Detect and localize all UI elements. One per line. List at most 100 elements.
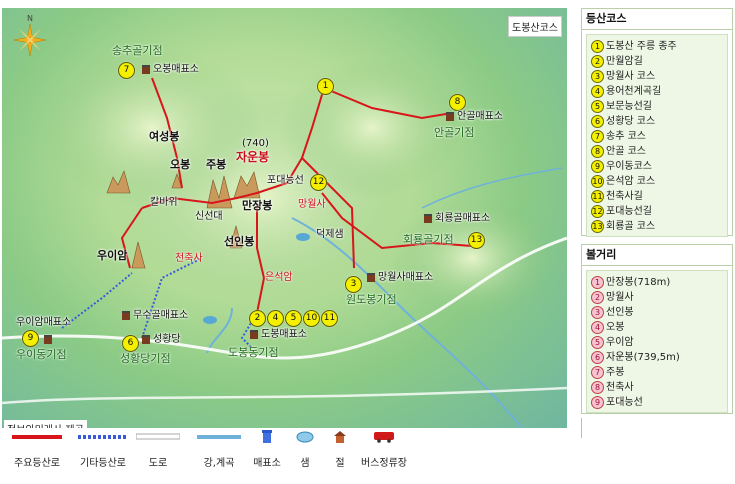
sight-number-badge: 9 [591,395,604,409]
courses-list: 1 도봉산 주릉 종주 2 만월암길 3 망월사 코스 4 용어천계곡길 5 보문능선길 6 성황당 … [586,34,728,237]
legend-stream: 강,계곡 [189,430,249,469]
booth-dobong-label: 도봉매표소 [261,329,307,340]
gate-angol: 안골기점 [434,126,475,139]
course-item-10[interactable]: 10 은석암 코스 [591,174,723,189]
course-item-label: 포대능선길 [606,206,652,217]
legend-label: 도로 [148,458,168,469]
sight-number-badge: 3 [591,305,604,319]
course-marker-4[interactable]: 4 [267,310,284,327]
course-item-9[interactable]: 9 우이동코스 [591,159,723,174]
sight-item-4[interactable]: 4 오봉 [591,320,723,335]
white-road-icon [136,433,180,440]
sight-item-label: 주봉 [606,367,625,378]
course-item-7[interactable]: 7 송추 코스 [591,129,723,144]
course-marker-3[interactable]: 3 [345,276,362,293]
legend-label: 샘 [300,458,310,469]
course-item-label: 성황당 코스 [606,116,656,127]
course-number-badge: 5 [591,99,604,113]
course-item-13[interactable]: 13 회룡골 코스 [591,219,723,234]
peak-yeoseong: 여성봉 [149,130,180,143]
course-marker-12[interactable]: 12 [310,174,327,191]
course-item-12[interactable]: 12 포대능선길 [591,204,723,219]
sight-number-badge: 8 [591,380,604,394]
course-number-badge: 2 [591,54,604,68]
course-number-badge: 6 [591,114,604,128]
peak-jaun-altitude: (740) [242,138,269,149]
course-marker-5[interactable]: 5 [285,310,302,327]
sight-number-badge: 2 [591,290,604,304]
booth-angol: 안골매표소 [446,111,503,123]
course-marker-10[interactable]: 10 [303,310,320,327]
rock-sinseondae: 신선대 [195,211,223,222]
sight-item-2[interactable]: 2 망월사 [591,290,723,305]
booth-hoeryong-label: 회룡골매표소 [435,213,491,224]
course-marker-9[interactable]: 9 [22,330,39,347]
course-marker-6[interactable]: 6 [122,335,139,352]
spring-deokje: 덕제샘 [316,229,344,240]
bus-icon [374,432,394,443]
course-marker-11[interactable]: 11 [321,310,338,327]
course-marker-7[interactable]: 7 [118,62,135,79]
sight-number-badge: 6 [591,350,604,364]
ticket-booth-icon [250,329,258,339]
gate-hoeryong: 회룡골기점 [403,233,454,246]
sight-item-8[interactable]: 8 천축사 [591,380,723,395]
course-item-label: 회룡골 코스 [606,221,656,232]
gate-songchu: 송추골기점 [112,44,163,57]
peak-jaunbong: 자운봉 [236,150,270,164]
course-item-8[interactable]: 8 안골 코스 [591,144,723,159]
course-item-5[interactable]: 5 보문능선길 [591,99,723,114]
course-marker-2[interactable]: 2 [249,310,266,327]
course-item-label: 안골 코스 [606,146,646,157]
sight-item-label: 선인봉 [606,307,634,318]
sight-number-badge: 7 [591,365,604,379]
peak-obong: 오봉 [170,158,191,171]
peak-jubong: 주봉 [206,158,227,171]
sight-item-5[interactable]: 5 우이암 [591,335,723,350]
sight-number-badge: 4 [591,320,604,334]
course-item-label: 만월암길 [606,56,643,67]
booth-seonghwangdang: 성황당 [142,334,181,346]
sight-item-3[interactable]: 3 선인봉 [591,305,723,320]
peak-manjang: 만장봉 [242,199,273,212]
booth-mangwolsa-label: 망월사매표소 [378,272,434,283]
sight-item-6[interactable]: 6 자운봉(739,5m) [591,350,723,365]
sight-number-badge: 1 [591,275,604,289]
course-marker-8[interactable]: 8 [449,94,466,111]
course-item-11[interactable]: 11 천축사길 [591,189,723,204]
red-line-icon [12,435,62,439]
ticket-booth-icon [122,310,130,320]
booth-seonghwangdang-label: 성황당 [153,334,181,345]
legend-temple: 절 [322,430,358,469]
course-number-badge: 9 [591,159,604,173]
course-item-1[interactable]: 1 도봉산 주릉 종주 [591,39,723,54]
ridge-podae: 포대능선 [267,175,304,186]
booth-mangwolsa: 망월사매표소 [367,272,433,284]
course-item-3[interactable]: 3 망월사 코스 [591,69,723,84]
temple-icon [334,431,346,443]
booth-uiam: 우이암매표소 [16,317,72,328]
course-marker-1[interactable]: 1 [317,78,334,95]
booth-angol-label: 안골매표소 [457,111,503,122]
sight-item-label: 망월사 [606,292,634,303]
course-number-badge: 1 [591,39,604,53]
booth-musugol: 무수골매표소 [122,310,188,322]
gate-wondobong: 원도봉기점 [346,293,397,306]
course-item-4[interactable]: 4 용어천계곡길 [591,84,723,99]
map-credit: 정보와미래사 제공 [4,420,87,428]
sight-item-1[interactable]: 1 만장봉(718m) [591,275,723,290]
legend-label: 버스정류장 [361,458,407,469]
course-item-2[interactable]: 2 만월암길 [591,54,723,69]
stream-line-icon [197,435,241,439]
legend-label: 강,계곡 [203,458,235,469]
sight-item-9[interactable]: 9 포대능선 [591,395,723,410]
sight-number-badge: 5 [591,335,604,349]
temple-mangwolsa: 망월사 [298,199,326,210]
sight-item-label: 우이암 [606,337,634,348]
sight-item-7[interactable]: 7 주봉 [591,365,723,380]
course-marker-13[interactable]: 13 [468,232,485,249]
sight-item-label: 자운봉(739,5m) [606,352,680,363]
sight-item-label: 오봉 [606,322,625,333]
sights-panel-title: 볼거리 [582,245,732,266]
course-item-6[interactable]: 6 성황당 코스 [591,114,723,129]
